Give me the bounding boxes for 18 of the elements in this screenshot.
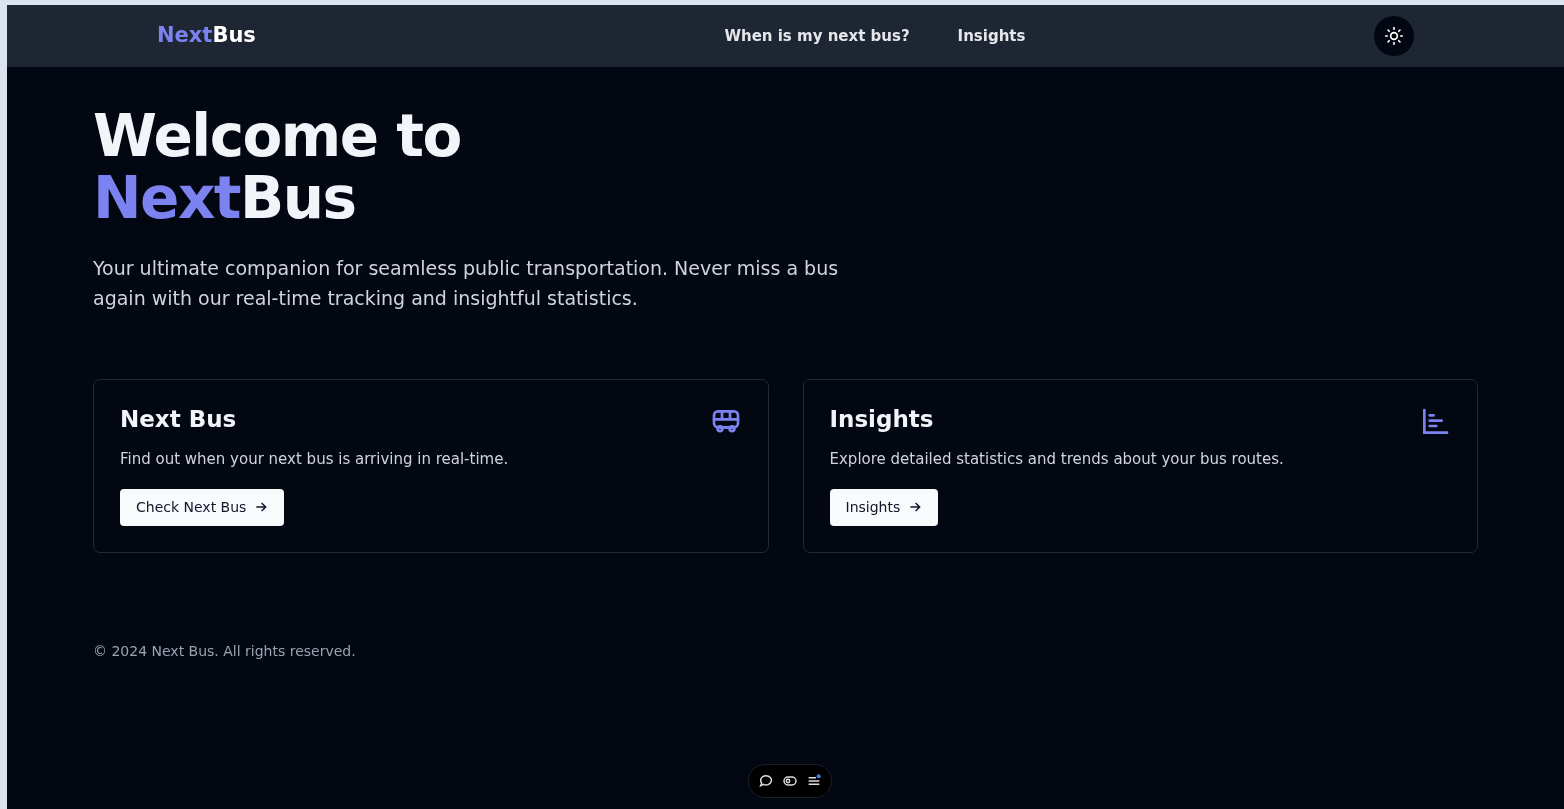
copyright-text: © 2024 Next Bus. All rights reserved. — [93, 642, 357, 661]
card-title: Insights — [829, 406, 934, 434]
card-link-button[interactable]: Insights — [829, 488, 939, 526]
brand-logo[interactable]: NextBus — [157, 20, 256, 52]
card-link-button[interactable]: Check Next Bus — [120, 488, 285, 526]
arrow-right-icon — [908, 500, 923, 514]
hero-subtitle: Your ultimate companion for seamless public transportation. Never miss a bus again with our real-time tracking and insightful statistics. — [93, 256, 840, 311]
theme-toggle-button[interactable] — [1374, 16, 1414, 56]
hero-title: Welcome to NextBus — [93, 105, 462, 229]
card-description: Explore detailed statistics and trends about your bus routes. — [829, 449, 1285, 470]
sun-icon — [1384, 26, 1404, 46]
toggle-icon[interactable] — [782, 773, 798, 789]
chat-icon[interactable] — [758, 773, 774, 789]
card-title: Next Bus — [120, 406, 237, 434]
nav-link[interactable]: When is my next bus? — [724, 24, 910, 48]
card-description: Find out when your next bus is arriving in real-time. — [120, 449, 510, 470]
nav-link[interactable]: Insights — [957, 24, 1026, 48]
arrow-right-icon — [254, 500, 269, 514]
